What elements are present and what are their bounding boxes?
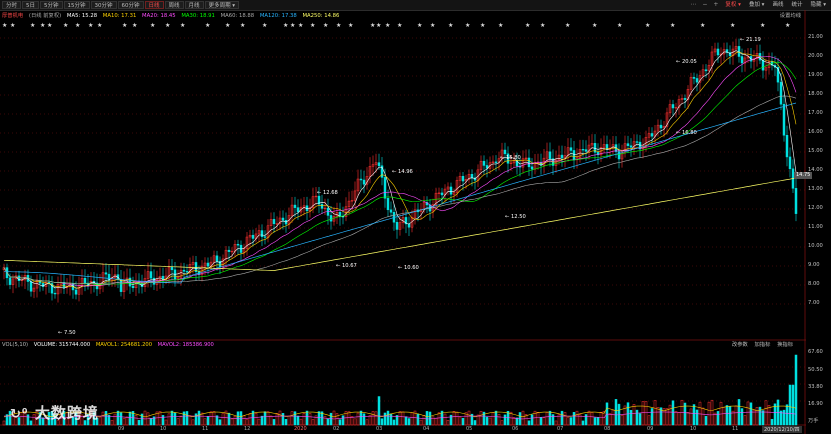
date-tick: 10 [690, 426, 697, 432]
add-indicator-button[interactable]: 加指标 [755, 342, 771, 348]
date-cursor-label: 2020/12/10/四 [762, 426, 802, 433]
date-tick: 09 [647, 426, 654, 432]
price-annotation: ← 20.05 [676, 59, 697, 65]
date-tick: 04 [423, 426, 430, 432]
volume-tick: 33.80 [808, 384, 823, 390]
price-annotation: ← 7.50 [58, 330, 76, 336]
volume-tick: 16.90 [808, 401, 823, 407]
edit-params-button[interactable]: 改参数 [732, 342, 748, 348]
date-tick: 12 [244, 426, 251, 432]
price-tick: 8.00 [808, 281, 820, 287]
price-axis: 21.00 20.00 19.00 18.00 17.00 16.00 15.0… [806, 0, 831, 340]
price-tick: 21.00 [808, 34, 823, 40]
date-tick: 2020 [294, 426, 307, 432]
volume-tick: 50.50 [808, 367, 823, 373]
date-tick: 10 [160, 426, 167, 432]
price-annotation: ← 10.67 [336, 263, 357, 269]
watermark-logo: ↻⁰ 大数跨境 [10, 402, 99, 423]
volume-title: VOL(5,10) [2, 342, 29, 348]
current-price-badge: 14.75 [794, 172, 813, 179]
price-tick: 11.00 [808, 224, 823, 230]
date-tick: 05 [466, 426, 473, 432]
price-tick: 19.00 [808, 72, 823, 78]
price-annotation: ← 16.80 [676, 130, 697, 136]
price-annotation: ← 21.19 [740, 37, 761, 43]
price-tick: 13.00 [808, 186, 823, 192]
price-annotation: ← 12.50 [505, 214, 526, 220]
date-tick: 08 [604, 426, 611, 432]
watermark-icon: ↻⁰ [10, 407, 29, 422]
candlestick-chart[interactable] [0, 0, 806, 434]
price-tick: 12.00 [808, 205, 823, 211]
date-tick: 11 [732, 426, 739, 432]
date-tick: 07 [557, 426, 564, 432]
volume-unit: 万手 [808, 418, 819, 424]
price-annotation: ← 12.68 [317, 190, 338, 196]
price-tick: 10.00 [808, 243, 823, 249]
volume-tick: 67.60 [808, 349, 823, 355]
price-tick: 7.00 [808, 300, 820, 306]
date-axis: 09 10 11 12 2020 02 03 04 05 06 07 08 09… [0, 426, 831, 434]
volume-legend: VOL(5,10) VOLUME: 315744.000 MAVOL1: 254… [0, 341, 831, 349]
price-annotation: ← 10.60 [398, 265, 419, 271]
mavol2-value: MAVOL2: 185386.900 [157, 342, 214, 348]
price-tick: 16.00 [808, 129, 823, 135]
volume-value: VOLUME: 315744.000 [33, 342, 91, 348]
price-tick: 18.00 [808, 91, 823, 97]
date-tick: 06 [512, 426, 519, 432]
price-tick: 17.00 [808, 110, 823, 116]
price-tick: 15.00 [808, 148, 823, 154]
indicator-buttons: 改参数 加指标 换指标 [727, 341, 793, 349]
volume-axis: 67.60 50.50 33.80 16.90 万手 [806, 341, 831, 426]
price-annotation: ← 14.96 [392, 169, 413, 175]
switch-indicator-button[interactable]: 换指标 [777, 342, 793, 348]
price-tick: 9.00 [808, 262, 820, 268]
price-annotation: ← 15.80 [500, 155, 521, 161]
date-tick: 02 [333, 426, 340, 432]
date-tick: 03 [376, 426, 383, 432]
watermark-text: 大数跨境 [34, 404, 99, 422]
price-tick: 20.00 [808, 53, 823, 59]
date-tick: 09 [118, 426, 125, 432]
mavol1-value: MAVOL1: 254681.200 [95, 342, 153, 348]
date-tick: 11 [202, 426, 209, 432]
